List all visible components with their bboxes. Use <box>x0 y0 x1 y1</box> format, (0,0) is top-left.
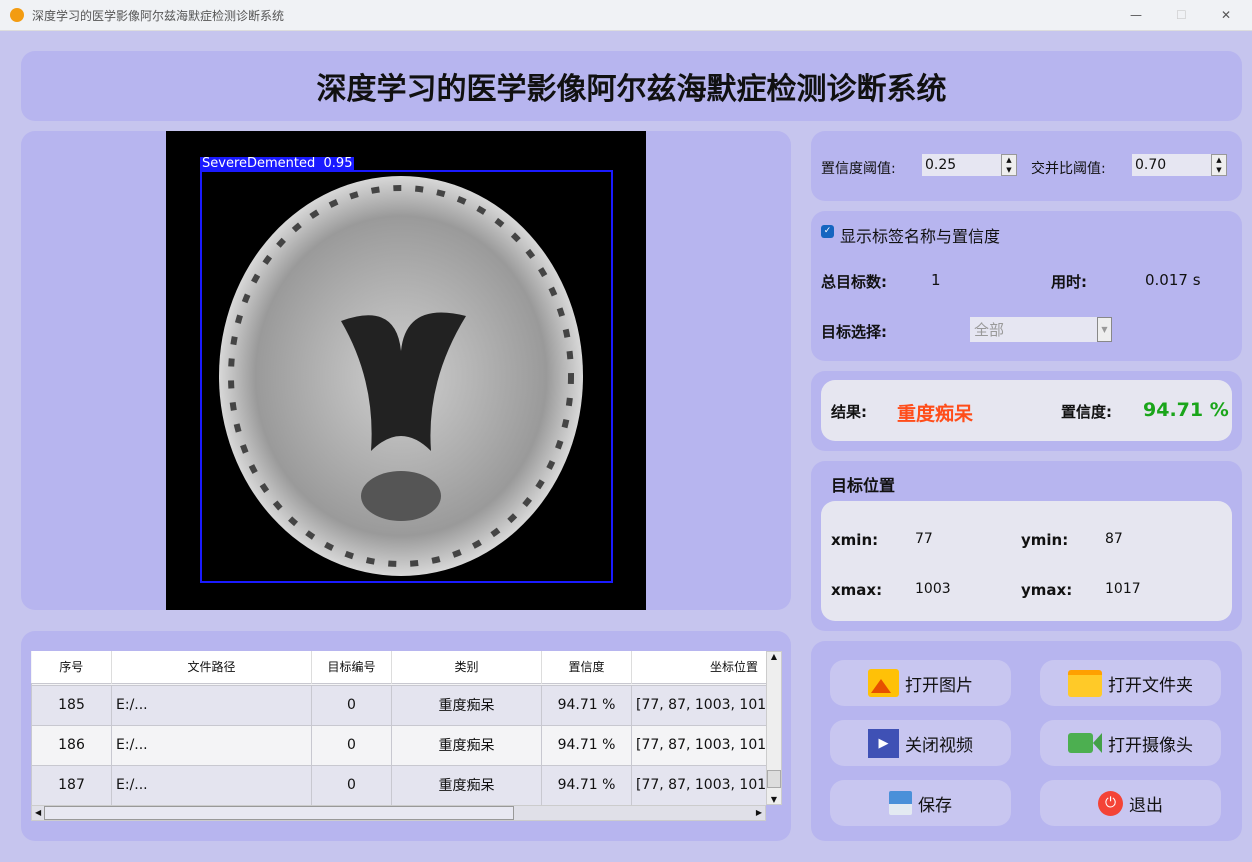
result-label: 结果: <box>831 403 867 421</box>
xmin-label: xmin: <box>831 531 879 549</box>
table-cell: 0 <box>311 764 392 805</box>
ymin-value: 87 <box>1105 531 1123 547</box>
open-image-button[interactable]: 打开图片 <box>830 660 1011 706</box>
column-header[interactable]: 目标编号 <box>311 651 392 683</box>
time-label: 用时: <box>1051 273 1087 291</box>
app-icon <box>10 8 24 22</box>
table-cell: 94.71 % <box>541 764 632 805</box>
conf-threshold-value: 0.25 <box>925 157 957 173</box>
table-cell: 186 <box>31 724 112 766</box>
camera-lens-icon <box>1093 733 1102 753</box>
confidence-label: 置信度: <box>1061 403 1112 421</box>
result-value: 重度痴呆 <box>897 403 974 425</box>
position-box <box>821 501 1232 621</box>
maximize-button[interactable]: ☐ <box>1176 8 1187 22</box>
table-cell: 94.71 % <box>541 724 632 766</box>
open-camera-button[interactable]: 打开摄像头 <box>1040 720 1221 766</box>
target-select-dropdown[interactable]: 全部 ▼ <box>970 317 1112 342</box>
column-header[interactable]: 文件路径 <box>111 651 312 683</box>
table-cell: [77, 87, 1003, 1017] <box>631 724 766 766</box>
table-row[interactable]: 187E:/...0重度痴呆94.71 %[77, 87, 1003, 1017… <box>31 764 766 805</box>
table-cell: 94.71 % <box>541 684 632 726</box>
horizontal-scrollbar[interactable]: ◀ ▶ <box>31 805 766 821</box>
spin-arrows-icon[interactable]: ▲ ▼ <box>1001 154 1017 176</box>
table-cell: 重度痴呆 <box>391 684 542 726</box>
open-camera-label: 打开摄像头 <box>1108 735 1193 756</box>
target-select-label: 目标选择: <box>821 323 887 341</box>
show-label-text: 显示标签名称与置信度 <box>840 227 1001 246</box>
floppy-disk-icon <box>889 791 912 815</box>
save-button[interactable]: 保存 <box>830 780 1011 826</box>
column-header[interactable]: 类别 <box>391 651 542 683</box>
confidence-value: 94.71 % <box>1143 399 1229 421</box>
conf-threshold-spinbox[interactable]: 0.25 ▲ ▼ <box>922 154 1017 176</box>
total-targets-value: 1 <box>931 271 941 289</box>
iou-threshold-value: 0.70 <box>1135 157 1167 173</box>
table-cell: [77, 87, 1003, 1017] <box>631 764 766 805</box>
close-button[interactable]: ✕ <box>1221 8 1231 22</box>
xmax-value: 1003 <box>915 581 951 597</box>
table-cell: 187 <box>31 764 112 805</box>
table-cell: E:/... <box>111 764 312 805</box>
exit-label: 退出 <box>1129 795 1163 816</box>
detection-image: SevereDemented 0.95 <box>166 131 646 610</box>
image-icon <box>868 669 899 697</box>
total-targets-label: 总目标数: <box>821 273 887 291</box>
window-title: 深度学习的医学影像阿尔兹海默症检测诊断系统 <box>32 8 285 23</box>
chevron-down-icon[interactable]: ▼ <box>1097 317 1112 342</box>
iou-threshold-spinbox[interactable]: 0.70 ▲ ▼ <box>1132 154 1227 176</box>
table-cell: E:/... <box>111 724 312 766</box>
iou-threshold-label: 交并比阈值: <box>1031 161 1106 177</box>
table-cell: 0 <box>311 724 392 766</box>
table-cell: [77, 87, 1003, 1017] <box>631 684 766 726</box>
minimize-button[interactable]: — <box>1130 8 1142 22</box>
table-cell: 重度痴呆 <box>391 724 542 766</box>
open-image-label: 打开图片 <box>905 675 973 696</box>
close-video-label: 关闭视频 <box>905 735 973 756</box>
table-cell: 185 <box>31 684 112 726</box>
table-cell: 0 <box>311 684 392 726</box>
conf-threshold-label: 置信度阈值: <box>821 161 896 177</box>
exit-button[interactable]: ⏻ 退出 <box>1040 780 1221 826</box>
vertical-scrollbar[interactable]: ▲ ▼ <box>766 651 782 805</box>
open-folder-button[interactable]: 打开文件夹 <box>1040 660 1221 706</box>
position-title: 目标位置 <box>831 476 896 495</box>
table-row[interactable]: 186E:/...0重度痴呆94.71 %[77, 87, 1003, 1017… <box>31 724 766 766</box>
header-panel: 深度学习的医学影像阿尔兹海默症检测诊断系统 <box>21 51 1242 121</box>
results-table: 序号 文件路径 目标编号 类别 置信度 坐标位置 185 E:/... 0 重度痴呆 9… <box>31 651 766 805</box>
xmax-label: xmax: <box>831 581 883 599</box>
camera-icon <box>1068 733 1093 753</box>
page-title: 深度学习的医学影像阿尔兹海默症检测诊断系统 <box>316 72 947 107</box>
detection-label: SevereDemented 0.95 <box>200 156 355 171</box>
column-header[interactable]: 置信度 <box>541 651 632 683</box>
power-icon: ⏻ <box>1098 790 1123 816</box>
spin-arrows-icon[interactable]: ▲ ▼ <box>1211 154 1227 176</box>
table-cell: E:/... <box>111 684 312 726</box>
bounding-box <box>200 170 613 583</box>
target-select-value: 全部 <box>974 321 1005 339</box>
column-header[interactable]: 序号 <box>31 651 112 683</box>
table-row[interactable]: 185E:/...0重度痴呆94.71 %[77, 87, 1003, 1017… <box>31 684 766 726</box>
table-cell: 重度痴呆 <box>391 764 542 805</box>
time-value: 0.017 s <box>1145 271 1201 289</box>
ymax-label: ymax: <box>1021 581 1073 599</box>
show-label-checkbox[interactable]: ✓ <box>821 225 834 238</box>
open-folder-label: 打开文件夹 <box>1108 675 1193 696</box>
ymin-label: ymin: <box>1021 531 1069 549</box>
scroll-thumb[interactable] <box>44 806 514 820</box>
save-label: 保存 <box>918 795 952 816</box>
ymax-value: 1017 <box>1105 581 1141 597</box>
close-video-button[interactable]: ▶ 关闭视频 <box>830 720 1011 766</box>
video-icon: ▶ <box>868 728 899 758</box>
title-bar: 深度学习的医学影像阿尔兹海默症检测诊断系统 — ☐ ✕ <box>0 0 1252 31</box>
column-header[interactable]: 坐标位置 <box>631 651 766 683</box>
scroll-thumb[interactable] <box>767 770 781 788</box>
xmin-value: 77 <box>915 531 933 547</box>
folder-icon <box>1068 669 1102 697</box>
